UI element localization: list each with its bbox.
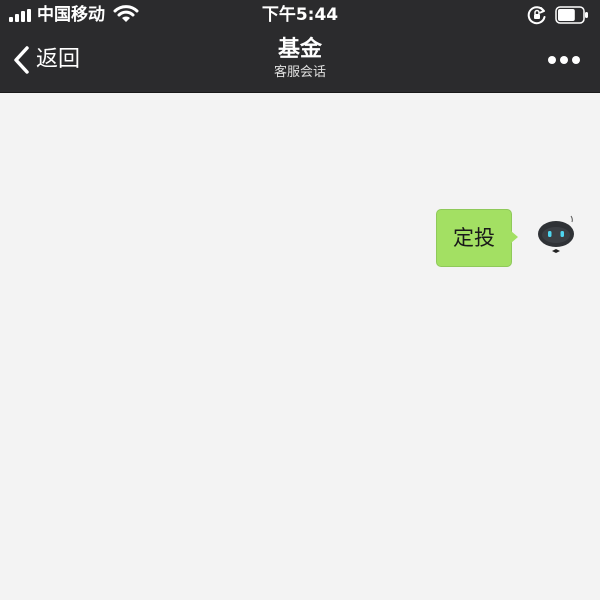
rotation-lock-icon	[527, 6, 546, 25]
message-text: 定投	[453, 226, 495, 250]
battery-icon	[555, 6, 588, 24]
nav-bar: 返回 基金 客服会话	[0, 30, 600, 93]
status-time: 下午5:44	[261, 5, 339, 25]
status-bar: 中国移动 下午5:44	[0, 0, 600, 30]
message-bubble[interactable]: 定投	[436, 209, 518, 267]
page-title: 基金	[277, 37, 322, 62]
page-subtitle: 客服会话	[273, 65, 326, 80]
chat-area[interactable]: 定投	[0, 93, 600, 600]
more-icon[interactable]	[544, 48, 584, 72]
avatar[interactable]	[534, 214, 578, 258]
chat-screen: 中国移动 下午5:44 返回 基金 客服会话 定投	[0, 0, 600, 600]
